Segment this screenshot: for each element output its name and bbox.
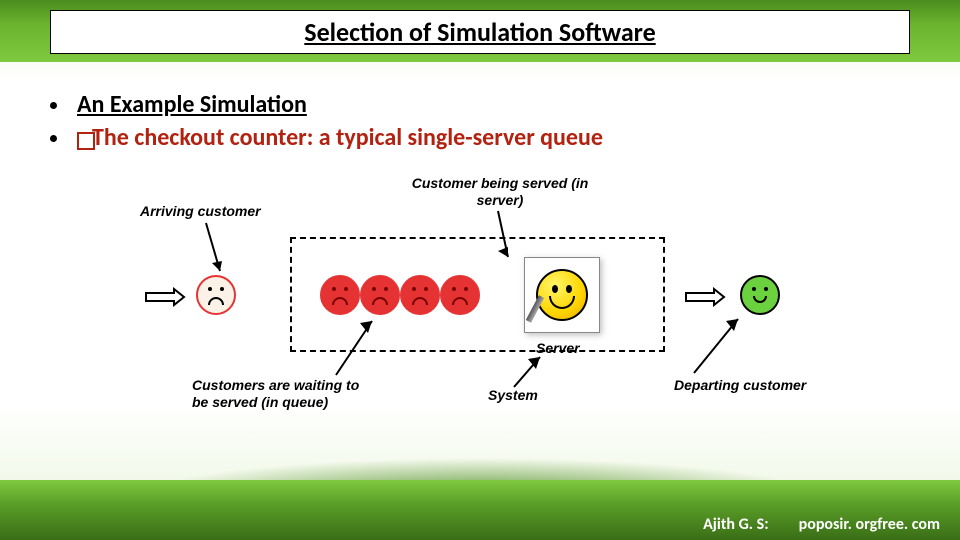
arriving-customer-icon [196, 275, 236, 315]
arrow-right-icon [684, 287, 726, 312]
label-waiting: Customers are waiting to be served (in q… [192, 377, 372, 411]
pointer-arrow-icon [688, 315, 748, 377]
queued-customer-icon [400, 275, 440, 315]
label-departing: Departing customer [674, 377, 806, 394]
slide-title: Selection of Simulation Software [304, 16, 655, 48]
departing-customer-icon [740, 275, 780, 315]
bullet-dot-icon [50, 102, 57, 109]
label-served: Customer being served (in server) [410, 175, 590, 209]
label-arriving: Arriving customer [140, 203, 261, 220]
queued-customer-icon [320, 275, 360, 315]
arrow-right-icon [144, 287, 186, 312]
pencil-icon [526, 295, 544, 323]
bullet-list: An Example Simulation The checkout count… [50, 90, 920, 156]
missing-glyph-icon [77, 132, 95, 150]
bullet-dot-icon [50, 135, 57, 142]
bullet-item-2: The checkout counter: a typical single-s… [50, 123, 920, 152]
title-box: Selection of Simulation Software [50, 10, 910, 54]
server-smiley-icon [536, 269, 588, 321]
queued-customer-icon [440, 275, 480, 315]
server-box [524, 257, 600, 333]
slide: Selection of Simulation Software An Exam… [0, 0, 960, 540]
bullet-2-text: The checkout counter: a typical single-s… [92, 123, 603, 152]
queue-diagram: Arriving customer Customer being served … [140, 185, 820, 415]
footer-author: Ajith G. S: [703, 515, 769, 534]
bullet-item-1: An Example Simulation [50, 90, 920, 119]
footer-url: poposir. orgfree. com [799, 515, 940, 534]
queued-customer-icon [360, 275, 400, 315]
pointer-arrow-icon [198, 221, 228, 279]
footer: Ajith G. S: poposir. orgfree. com [703, 515, 940, 534]
pointer-arrow-icon [508, 353, 548, 393]
bullet-1-text: An Example Simulation [77, 90, 307, 119]
